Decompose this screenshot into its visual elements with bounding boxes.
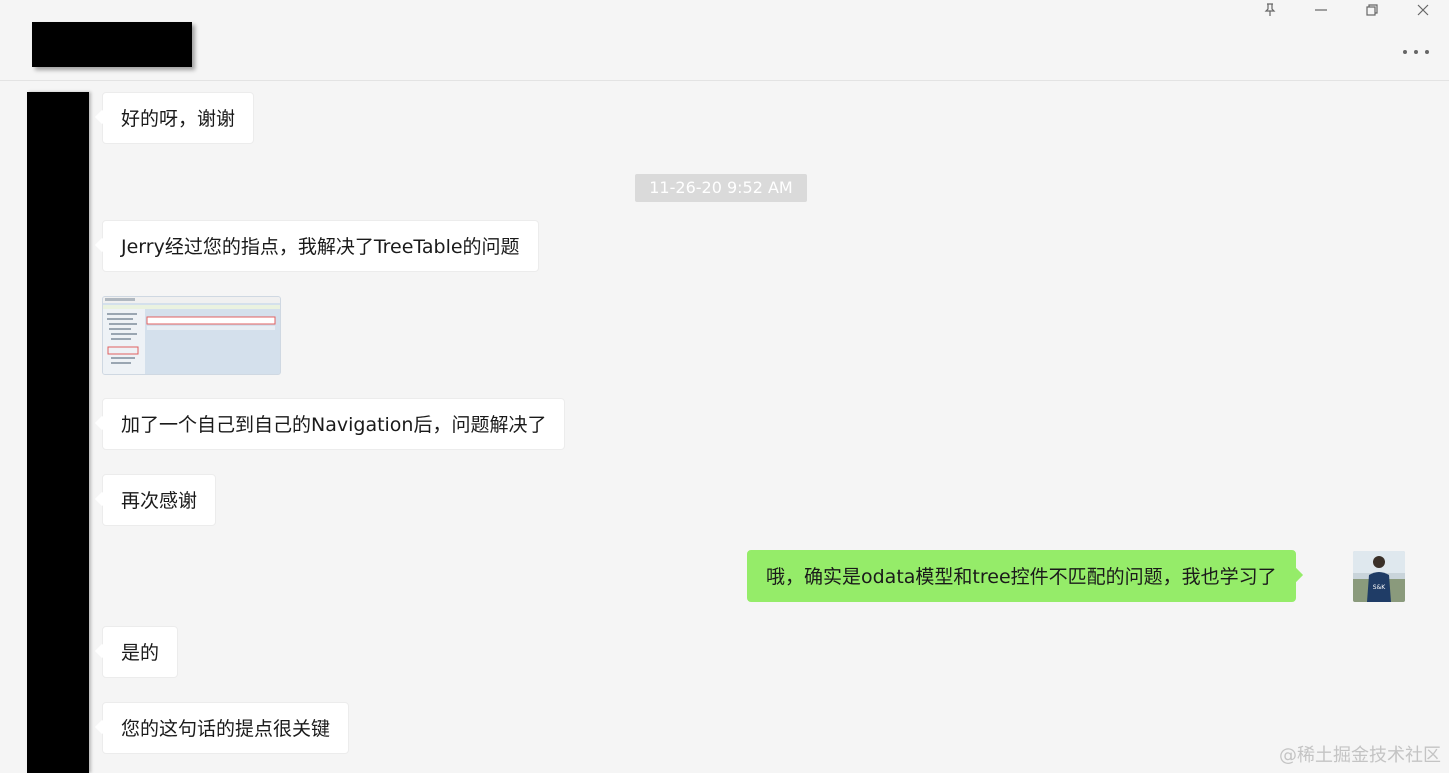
message-text: 您的这句话的提点很关键 [121, 718, 331, 740]
chat-header [0, 0, 1449, 81]
message-timestamp: 11-26-20 9:52 AM [635, 174, 807, 202]
message-bubble[interactable]: Jerry经过您的指点，我解决了TreeTable的问题 [102, 220, 539, 272]
restore-icon[interactable] [1352, 0, 1392, 20]
message-bubble[interactable]: 您的这句话的提点很关键 [102, 702, 350, 754]
minimize-icon[interactable] [1301, 0, 1341, 20]
message-text: 加了一个自己到自己的Navigation后，问题解决了 [121, 414, 547, 436]
message-text: 再次感谢 [121, 490, 198, 512]
message-bubble[interactable]: 好的呀，谢谢 [102, 92, 255, 144]
screenshot-thumbnail-icon [103, 297, 280, 374]
message-text: 好的呀，谢谢 [121, 108, 236, 130]
redacted-contact-avatars [27, 92, 89, 773]
more-icon[interactable] [1398, 40, 1434, 64]
watermark: @稀土掘金技术社区 [1279, 745, 1441, 766]
message-bubble[interactable]: 再次感谢 [102, 474, 217, 526]
svg-text:S&K: S&K [1373, 584, 1386, 591]
message-bubble[interactable]: 是的 [102, 626, 179, 678]
avatar[interactable]: S&K [1353, 551, 1405, 602]
image-message[interactable] [102, 296, 281, 375]
close-icon[interactable] [1403, 0, 1443, 20]
message-text: 是的 [121, 642, 160, 664]
redacted-chat-title [32, 22, 192, 67]
pin-icon[interactable] [1250, 0, 1290, 20]
message-text: 哦，确实是odata模型和tree控件不匹配的问题，我也学习了 [766, 566, 1277, 588]
message-text: Jerry经过您的指点，我解决了TreeTable的问题 [121, 236, 520, 258]
outgoing-message-bubble[interactable]: 哦，确实是odata模型和tree控件不匹配的问题，我也学习了 [747, 550, 1296, 602]
message-bubble[interactable]: 加了一个自己到自己的Navigation后，问题解决了 [102, 398, 566, 450]
